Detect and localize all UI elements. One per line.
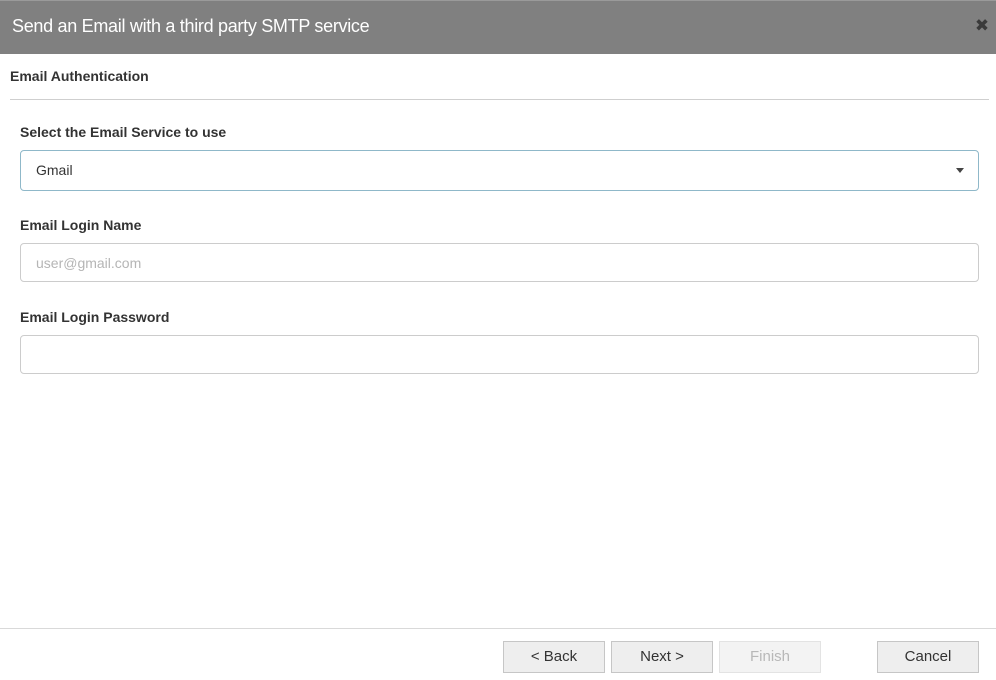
footer-divider <box>0 628 996 629</box>
email-login-name-input[interactable] <box>20 243 979 282</box>
login-password-label: Email Login Password <box>20 309 170 325</box>
next-button[interactable]: Next > <box>611 641 713 673</box>
caret-down-icon <box>956 168 964 173</box>
dialog-titlebar: Send an Email with a third party SMTP se… <box>0 0 996 54</box>
back-button[interactable]: < Back <box>503 641 605 673</box>
smtp-dialog: Send an Email with a third party SMTP se… <box>0 0 996 680</box>
section-divider <box>10 99 989 100</box>
dialog-title: Send an Email with a third party SMTP se… <box>12 16 370 36</box>
login-name-label: Email Login Name <box>20 217 142 233</box>
email-service-select[interactable]: Gmail <box>20 150 979 191</box>
close-icon[interactable]: ✖ <box>974 17 990 35</box>
cancel-button[interactable]: Cancel <box>877 641 979 673</box>
email-login-password-input[interactable] <box>20 335 979 374</box>
service-label: Select the Email Service to use <box>20 124 227 140</box>
email-service-value: Gmail <box>36 162 73 178</box>
finish-button[interactable]: Finish <box>719 641 821 673</box>
section-heading: Email Authentication <box>10 68 149 84</box>
